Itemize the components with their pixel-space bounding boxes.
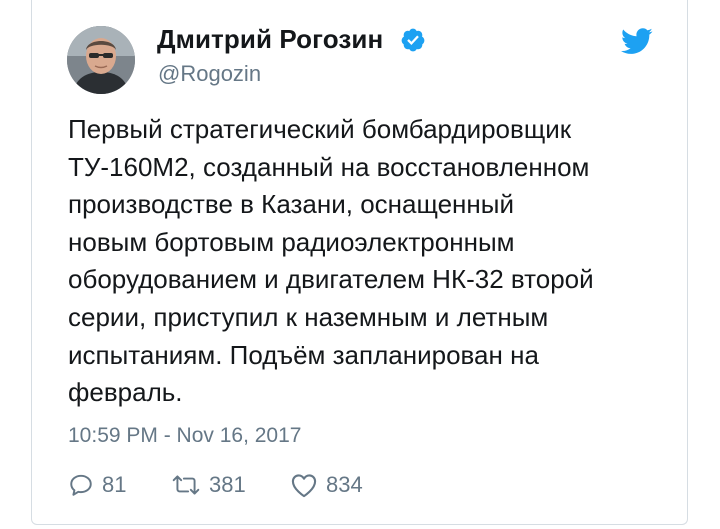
- reply-button[interactable]: 81: [68, 470, 126, 500]
- tweet-line: серии, приступил к наземным и летным: [68, 301, 549, 332]
- tweet-line: производстве в Казани, оснащенный: [68, 189, 514, 220]
- retweet-count: 381: [209, 472, 246, 497]
- retweet-icon: [172, 475, 200, 495]
- tweet-line: Первый стратегический бомбардировщик: [68, 114, 572, 144]
- like-button[interactable]: 834: [290, 470, 363, 500]
- tweet-line: новым бортовым радиоэлектронным: [68, 226, 515, 257]
- display-name[interactable]: Дмитрий Рогозин: [157, 24, 383, 55]
- tweet-line: оборудованием и двигателем НК-32 второй: [68, 264, 594, 295]
- timestamp-link[interactable]: 10:59 PM - Nov 16, 2017: [68, 424, 301, 448]
- reply-count: 81: [102, 472, 127, 497]
- twitter-bird-icon[interactable]: [621, 28, 653, 55]
- tweet-line: ТУ-160М2, созданный на восстановленном: [68, 151, 590, 182]
- like-count: 834: [326, 472, 363, 497]
- avatar[interactable]: [67, 26, 135, 94]
- verified-badge-icon: [401, 28, 425, 52]
- handle[interactable]: @Rogozin: [158, 61, 261, 87]
- reply-bubble-icon: [70, 474, 92, 496]
- tweet-line: испытаниям. Подъём запланирован на: [68, 339, 539, 370]
- profile-photo: [67, 26, 135, 94]
- heart-icon: [291, 474, 317, 498]
- tweet-text: Первый стратегический бомбардировщик ТУ-…: [68, 111, 668, 412]
- retweet-button[interactable]: 381: [171, 470, 246, 500]
- tweet-line: февраль.: [68, 377, 183, 408]
